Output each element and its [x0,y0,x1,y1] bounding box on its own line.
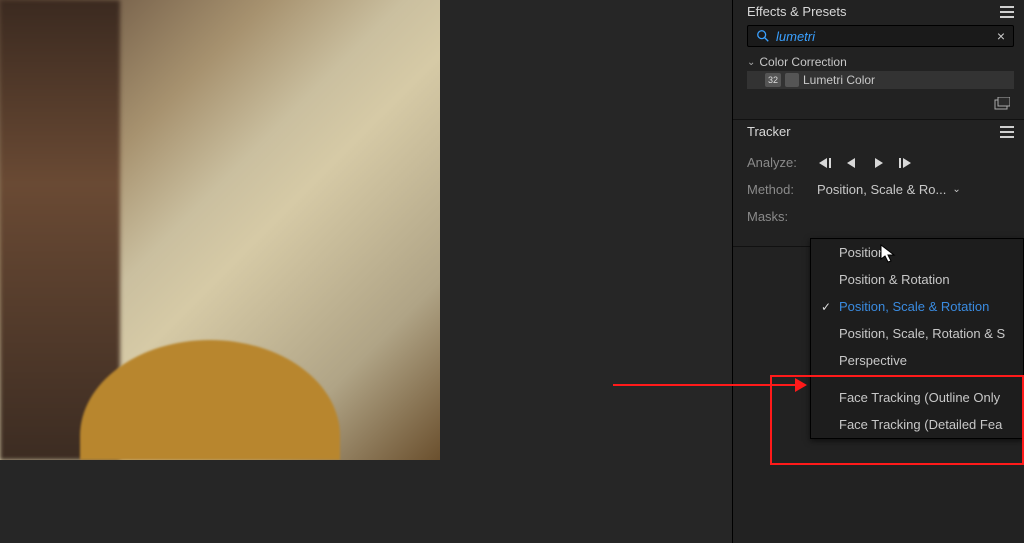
step-back-icon[interactable] [817,156,835,170]
method-option-position-rotation[interactable]: Position & Rotation [811,266,1023,293]
bit-depth-badge: 32 [765,73,781,87]
panel-menu-icon[interactable] [1000,6,1014,18]
preset-icon [785,73,799,87]
method-current-value: Position, Scale & Ro... [817,182,946,197]
method-option-perspective[interactable]: Perspective [811,347,1023,374]
method-label: Method: [747,182,807,197]
effects-item-lumetri[interactable]: 32 Lumetri Color [747,71,1014,89]
method-option-position[interactable]: Position [811,239,1023,266]
method-option-label: Face Tracking (Outline Only [839,390,1000,405]
tracker-panel: Tracker Analyze: [733,120,1024,247]
method-option-label: Position [839,245,885,260]
effects-search-field[interactable]: × [747,25,1014,47]
caret-down-icon: ⌄ [747,57,755,68]
effects-presets-header: Effects & Presets [733,0,1024,25]
method-option-label: Position, Scale & Rotation [839,299,989,314]
masks-label: Masks: [747,209,807,224]
chevron-down-icon: ⌄ [952,184,960,195]
method-option-position-scale-rotation[interactable]: ✓ Position, Scale & Rotation [811,293,1023,320]
search-input[interactable] [776,29,997,44]
panel-menu-icon[interactable] [1000,126,1014,138]
search-icon [756,29,770,43]
method-dropdown[interactable]: Position, Scale & Ro... ⌄ [817,182,961,197]
step-forward-icon[interactable] [895,156,913,170]
effects-item-label: Lumetri Color [803,73,875,87]
effects-presets-title: Effects & Presets [747,4,846,19]
menu-separator [811,374,1023,384]
method-dropdown-menu: Position Position & Rotation ✓ Position,… [810,238,1024,439]
analyze-label: Analyze: [747,155,807,170]
method-option-label: Position & Rotation [839,272,950,287]
method-option-face-tracking-outline[interactable]: Face Tracking (Outline Only [811,384,1023,411]
check-icon: ✓ [821,300,839,314]
analyze-row: Analyze: [747,155,1014,170]
clear-search-icon[interactable]: × [997,28,1005,44]
method-option-label: Position, Scale, Rotation & S [839,326,1005,341]
tracker-header: Tracker [733,120,1024,145]
play-forward-icon[interactable] [869,156,887,170]
masks-row: Masks: [747,209,1014,224]
effects-presets-panel: Effects & Presets × ⌄ Color Correction 3… [733,0,1024,120]
method-row: Method: Position, Scale & Ro... ⌄ [747,182,1014,197]
effects-category-label: Color Correction [759,55,846,69]
effects-category-row[interactable]: ⌄ Color Correction [747,53,1014,71]
tracker-title: Tracker [747,124,791,139]
preview-area [0,0,440,460]
effects-tree: ⌄ Color Correction 32 Lumetri Color [733,53,1024,93]
play-backward-icon[interactable] [843,156,861,170]
new-bin-icon[interactable] [994,97,1010,111]
method-option-face-tracking-detailed[interactable]: Face Tracking (Detailed Fea [811,411,1023,438]
method-option-position-scale-rotation-skew[interactable]: Position, Scale, Rotation & S [811,320,1023,347]
method-option-label: Perspective [839,353,907,368]
method-option-label: Face Tracking (Detailed Fea [839,417,1002,432]
analyze-transport [817,156,913,170]
preview-frame[interactable] [0,0,440,460]
